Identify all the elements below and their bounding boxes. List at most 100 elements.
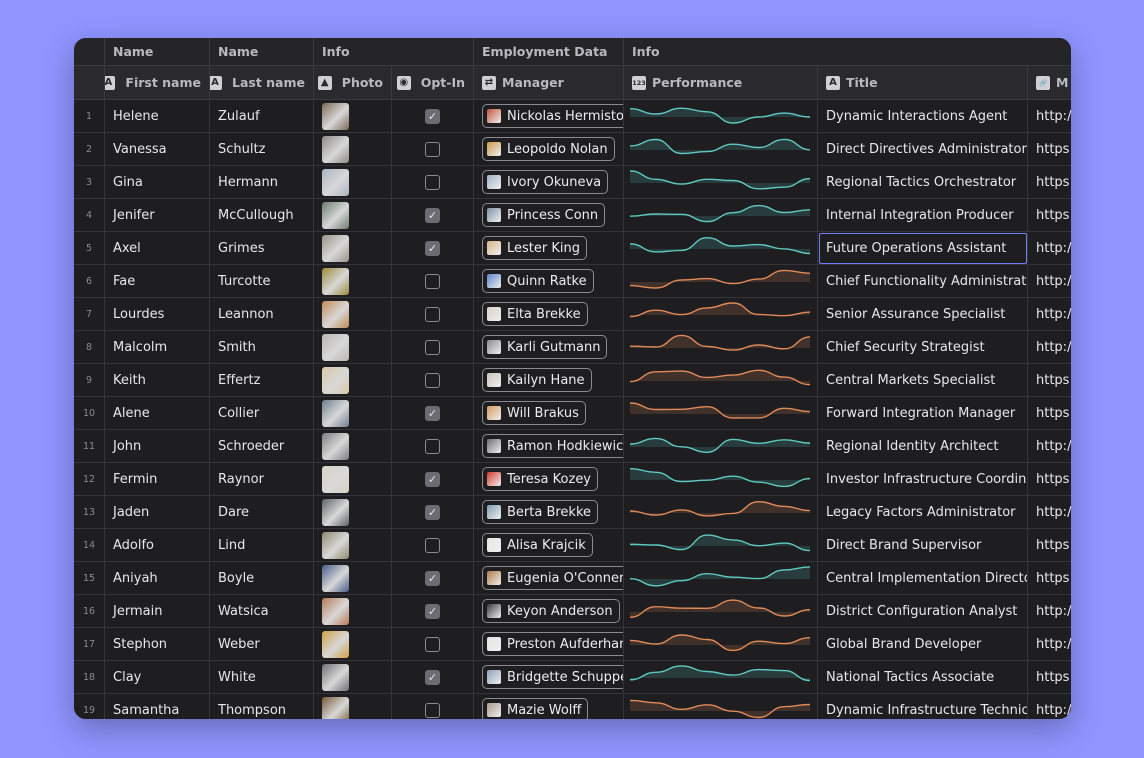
manager-chip[interactable]: Preston Aufderhar — [482, 632, 623, 656]
photo-cell[interactable] — [314, 100, 392, 133]
opt-in-checkbox[interactable]: ✓ — [425, 405, 440, 421]
first-name-cell[interactable]: Gina — [105, 166, 210, 199]
manager-cell[interactable]: Karli Gutmann — [474, 331, 624, 364]
first-name-cell[interactable]: Aniyah — [105, 562, 210, 595]
opt-in-cell[interactable] — [392, 529, 474, 562]
photo-thumbnail[interactable] — [322, 168, 349, 196]
manager-chip[interactable]: Eugenia O'Conner — [482, 566, 623, 590]
title-cell[interactable]: Forward Integration Manager — [818, 397, 1028, 430]
title-cell[interactable]: Internal Integration Producer — [818, 199, 1028, 232]
photo-cell[interactable] — [314, 265, 392, 298]
last-name-cell[interactable]: Watsica — [210, 595, 314, 628]
photo-cell[interactable] — [314, 661, 392, 694]
title-cell[interactable]: Dynamic Interactions Agent — [818, 100, 1028, 133]
manager-cell[interactable]: Preston Aufderhar — [474, 628, 624, 661]
first-name-cell[interactable]: Keith — [105, 364, 210, 397]
opt-in-cell[interactable] — [392, 298, 474, 331]
url-cell[interactable]: http:// — [1028, 430, 1071, 463]
opt-in-cell[interactable]: ✓ — [392, 463, 474, 496]
opt-in-checkbox[interactable]: ✓ — [425, 669, 440, 685]
title-cell[interactable]: Regional Tactics Orchestrator — [818, 166, 1028, 199]
photo-thumbnail[interactable] — [322, 432, 349, 460]
photo-cell[interactable] — [314, 562, 392, 595]
column-header-performance[interactable]: 123 Performance — [624, 66, 818, 100]
manager-chip[interactable]: Karli Gutmann — [482, 335, 608, 359]
opt-in-cell[interactable]: ✓ — [392, 562, 474, 595]
url-cell[interactable]: http:// — [1028, 331, 1071, 364]
url-cell[interactable]: https: — [1028, 199, 1071, 232]
photo-cell[interactable] — [314, 364, 392, 397]
photo-thumbnail[interactable] — [322, 333, 349, 361]
last-name-cell[interactable]: Smith — [210, 331, 314, 364]
manager-chip[interactable]: Lester King — [482, 236, 587, 260]
photo-thumbnail[interactable] — [322, 267, 349, 295]
manager-chip[interactable]: Will Brakus — [482, 401, 586, 425]
url-cell[interactable]: http:// — [1028, 298, 1071, 331]
photo-thumbnail[interactable] — [322, 531, 349, 559]
photo-cell[interactable] — [314, 133, 392, 166]
manager-chip[interactable]: Princess Conn — [482, 203, 606, 227]
url-cell[interactable]: https: — [1028, 397, 1071, 430]
opt-in-checkbox[interactable] — [425, 537, 440, 553]
last-name-cell[interactable]: Dare — [210, 496, 314, 529]
opt-in-cell[interactable] — [392, 364, 474, 397]
manager-cell[interactable]: Mazie Wolff — [474, 694, 624, 719]
photo-thumbnail[interactable] — [322, 465, 349, 493]
manager-chip[interactable]: Quinn Ratke — [482, 269, 594, 293]
manager-cell[interactable]: Elta Brekke — [474, 298, 624, 331]
opt-in-checkbox[interactable] — [425, 174, 440, 190]
last-name-cell[interactable]: Collier — [210, 397, 314, 430]
manager-cell[interactable]: Nickolas Hermiston — [474, 100, 624, 133]
photo-thumbnail[interactable] — [322, 696, 349, 719]
last-name-cell[interactable]: Zulauf — [210, 100, 314, 133]
manager-cell[interactable]: Ivory Okuneva — [474, 166, 624, 199]
opt-in-checkbox[interactable] — [425, 273, 440, 289]
column-header-first-name[interactable]: A First name — [105, 66, 210, 100]
photo-cell[interactable] — [314, 529, 392, 562]
title-cell[interactable]: Chief Security Strategist — [818, 331, 1028, 364]
manager-chip[interactable]: Nickolas Hermiston — [482, 104, 623, 128]
first-name-cell[interactable]: Helene — [105, 100, 210, 133]
last-name-cell[interactable]: Weber — [210, 628, 314, 661]
opt-in-checkbox[interactable]: ✓ — [425, 471, 440, 487]
url-cell[interactable]: http:// — [1028, 232, 1071, 265]
photo-thumbnail[interactable] — [322, 564, 349, 592]
last-name-cell[interactable]: Grimes — [210, 232, 314, 265]
title-cell[interactable]: Central Markets Specialist — [818, 364, 1028, 397]
photo-thumbnail[interactable] — [322, 201, 349, 229]
last-name-cell[interactable]: Raynor — [210, 463, 314, 496]
manager-cell[interactable]: Keyon Anderson — [474, 595, 624, 628]
last-name-cell[interactable]: Thompson — [210, 694, 314, 719]
last-name-cell[interactable]: Schroeder — [210, 430, 314, 463]
photo-thumbnail[interactable] — [322, 135, 349, 163]
manager-cell[interactable]: Bridgette Schuppe — [474, 661, 624, 694]
opt-in-checkbox[interactable]: ✓ — [425, 570, 440, 586]
first-name-cell[interactable]: Fae — [105, 265, 210, 298]
first-name-cell[interactable]: Vanessa — [105, 133, 210, 166]
last-name-cell[interactable]: White — [210, 661, 314, 694]
manager-chip[interactable]: Berta Brekke — [482, 500, 599, 524]
opt-in-checkbox[interactable] — [425, 339, 440, 355]
url-cell[interactable]: http:// — [1028, 595, 1071, 628]
manager-cell[interactable]: Berta Brekke — [474, 496, 624, 529]
photo-thumbnail[interactable] — [322, 597, 349, 625]
opt-in-cell[interactable]: ✓ — [392, 595, 474, 628]
last-name-cell[interactable]: Effertz — [210, 364, 314, 397]
opt-in-checkbox[interactable] — [425, 372, 440, 388]
last-name-cell[interactable]: Boyle — [210, 562, 314, 595]
title-cell[interactable]: Central Implementation Director — [818, 562, 1028, 595]
manager-cell[interactable]: Ramon Hodkiewicz — [474, 430, 624, 463]
last-name-cell[interactable]: Lind — [210, 529, 314, 562]
opt-in-checkbox[interactable]: ✓ — [425, 504, 440, 520]
url-cell[interactable]: http:// — [1028, 628, 1071, 661]
manager-cell[interactable]: Will Brakus — [474, 397, 624, 430]
manager-chip[interactable]: Elta Brekke — [482, 302, 588, 326]
photo-cell[interactable] — [314, 463, 392, 496]
opt-in-checkbox[interactable]: ✓ — [425, 603, 440, 619]
last-name-cell[interactable]: Schultz — [210, 133, 314, 166]
photo-cell[interactable] — [314, 694, 392, 719]
title-cell[interactable]: Regional Identity Architect — [818, 430, 1028, 463]
title-cell[interactable]: Senior Assurance Specialist — [818, 298, 1028, 331]
opt-in-checkbox[interactable] — [425, 636, 440, 652]
opt-in-cell[interactable]: ✓ — [392, 232, 474, 265]
